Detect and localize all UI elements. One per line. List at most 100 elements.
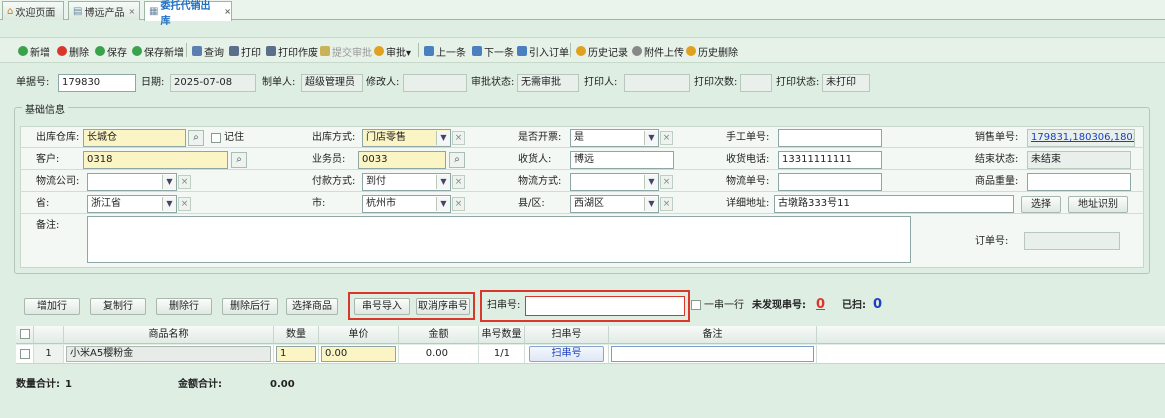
scan-serial-input[interactable]	[525, 296, 685, 316]
prev-button[interactable]: 上一条	[424, 43, 466, 59]
submit-icon	[320, 46, 330, 56]
warehouse-field[interactable]: 长城仓	[83, 129, 186, 147]
close-icon[interactable]: ×	[128, 7, 135, 16]
add-button[interactable]: 新增	[18, 43, 50, 59]
column-amount[interactable]: 金额	[399, 326, 479, 344]
remember-checkbox[interactable]	[211, 133, 221, 143]
sales-no-link[interactable]: 179831,180306,180308	[1031, 132, 1134, 143]
address-select-button[interactable]: 选择	[1021, 196, 1061, 213]
scan-serial-button[interactable]: 扫串号	[529, 346, 604, 362]
chevron-down-icon[interactable]: ▼	[644, 197, 658, 211]
city-label: 市:	[312, 198, 326, 209]
receiver-field[interactable]: 博远	[570, 151, 674, 169]
salesman-search-icon[interactable]: ⌕	[449, 152, 465, 168]
salesman-field[interactable]: 0033	[358, 151, 446, 169]
clear-icon[interactable]: ×	[660, 175, 673, 189]
serial-import-button[interactable]: 串号导入	[354, 298, 410, 315]
maker-field: 超级管理员	[301, 74, 363, 92]
tab-products[interactable]: ▤ 博远产品 ×	[68, 1, 140, 20]
chevron-down-icon[interactable]: ▼	[644, 131, 658, 145]
address-field[interactable]: 古墩路333号11	[774, 195, 1014, 213]
one-per-row-checkbox[interactable]	[691, 300, 701, 310]
clear-icon[interactable]: ×	[452, 197, 465, 211]
select-all-checkbox[interactable]	[19, 329, 30, 339]
save-new-button[interactable]: 保存新增	[132, 43, 184, 59]
tab-consign-out[interactable]: ▦ 委托代销出库 ×	[144, 1, 232, 27]
import-order-icon	[517, 46, 527, 56]
clear-icon[interactable]: ×	[178, 197, 191, 211]
not-found-count[interactable]: 0	[816, 297, 825, 313]
district-label: 县/区:	[518, 198, 545, 209]
approve-menu-button[interactable]: 审批▾	[374, 43, 411, 59]
warehouse-search-icon[interactable]: ⌕	[188, 130, 204, 146]
column-serial-count[interactable]: 串号数量	[479, 326, 525, 344]
row-checkbox[interactable]	[19, 349, 30, 359]
import-order-button[interactable]: 引入订单	[517, 43, 569, 59]
chevron-down-icon[interactable]: ▼	[436, 197, 450, 211]
manual-no-field[interactable]	[778, 129, 882, 147]
delete-row-button[interactable]: 删除行	[156, 298, 212, 315]
delete-button[interactable]: 删除	[57, 43, 89, 59]
print-status-label: 打印状态:	[776, 77, 820, 88]
print-button[interactable]: 打印	[229, 43, 261, 59]
clear-icon[interactable]: ×	[178, 175, 191, 189]
save-new-icon	[132, 46, 142, 56]
customer-search-icon[interactable]: ⌕	[231, 152, 247, 168]
print-void-button[interactable]: 打印作废	[266, 43, 318, 59]
clear-icon[interactable]: ×	[660, 197, 673, 211]
cancel-serial-button[interactable]: 取消序串号	[416, 298, 470, 315]
form-icon: ▦	[149, 6, 159, 17]
copy-row-button[interactable]: 复制行	[90, 298, 146, 315]
tab-welcome[interactable]: ⌂ 欢迎页面	[2, 1, 64, 20]
printer-icon	[229, 46, 239, 56]
page-icon: ▤	[73, 5, 83, 17]
attachment-upload-button[interactable]: 附件上传	[632, 43, 684, 59]
query-button[interactable]: 查询	[192, 43, 224, 59]
history-button[interactable]: 历史记录	[576, 43, 628, 59]
history-delete-button[interactable]: 历史删除	[686, 43, 738, 59]
customer-field[interactable]: 0318	[83, 151, 228, 169]
save-icon	[95, 46, 105, 56]
phone-field[interactable]: 13311111111	[778, 151, 882, 169]
clear-icon[interactable]: ×	[660, 131, 673, 145]
column-remark[interactable]: 备注	[609, 326, 817, 344]
column-qty[interactable]: 数量	[274, 326, 319, 344]
chevron-down-icon[interactable]: ▼	[162, 175, 176, 189]
column-scan-serial[interactable]: 扫串号	[525, 326, 609, 344]
save-button[interactable]: 保存	[95, 43, 127, 59]
price-input[interactable]: 0.00	[321, 346, 396, 362]
print-count-label: 打印次数:	[694, 77, 738, 88]
chevron-down-icon[interactable]: ▼	[436, 175, 450, 189]
chevron-down-icon[interactable]: ▼	[644, 175, 658, 189]
amount-total-label: 金额合计:	[178, 379, 222, 390]
order-no-label: 订单号:	[975, 236, 1009, 247]
remark-input[interactable]	[611, 346, 814, 362]
amount-total-value: 0.00	[270, 379, 295, 390]
delete-after-rows-button[interactable]: 删除后行	[222, 298, 278, 315]
tab-label: 欢迎页面	[15, 7, 56, 19]
salesman-label: 业务员:	[312, 154, 346, 165]
order-no-field	[1024, 232, 1120, 250]
weight-field[interactable]	[1027, 173, 1131, 191]
remark-textarea[interactable]	[87, 216, 911, 263]
chevron-down-icon[interactable]: ▼	[162, 197, 176, 211]
next-button[interactable]: 下一条	[472, 43, 514, 59]
clear-icon[interactable]: ×	[452, 131, 465, 145]
product-name-input[interactable]: 小米A5樱粉金	[66, 346, 271, 362]
chevron-down-icon[interactable]: ▼	[436, 131, 450, 145]
add-row-button[interactable]: 增加行	[24, 298, 80, 315]
logistics-no-field[interactable]	[778, 173, 882, 191]
row-number: 1	[34, 345, 64, 364]
cell-scan-serial: 扫串号	[525, 345, 609, 364]
qty-input[interactable]: 1	[276, 346, 316, 362]
close-icon[interactable]: ×	[224, 7, 231, 16]
column-product-name[interactable]: 商品名称	[64, 326, 274, 344]
submit-approval-button[interactable]: 提交审批	[320, 43, 372, 59]
clear-icon[interactable]: ×	[452, 175, 465, 189]
select-product-button[interactable]: 选择商品	[286, 298, 338, 315]
doc-no-field[interactable]: 179830	[58, 74, 136, 92]
home-icon: ⌂	[7, 5, 14, 17]
printer-void-icon	[266, 46, 276, 56]
address-parse-button[interactable]: 地址识别	[1068, 196, 1128, 213]
column-price[interactable]: 单价	[319, 326, 399, 344]
